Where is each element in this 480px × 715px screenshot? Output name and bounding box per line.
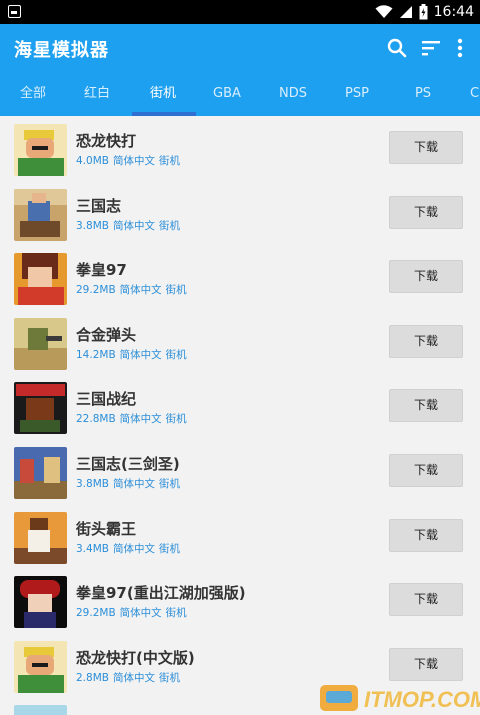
wifi-icon — [375, 5, 393, 18]
game-size: 22.8MB — [76, 413, 116, 426]
game-category: 街机 — [165, 413, 187, 426]
game-language: 简体中文 — [119, 413, 162, 426]
game-meta: 4.0MB 简体中文 街机 — [76, 153, 184, 168]
game-thumbnail — [14, 705, 67, 715]
search-icon[interactable] — [385, 36, 409, 60]
tab-overflow[interactable]: C — [470, 72, 480, 116]
list-item[interactable]: 恐龙快打(中文版) 2.8MB 简体中文 街机 下载 — [0, 633, 480, 698]
game-language: 简体中文 — [119, 284, 162, 297]
game-size: 3.4MB — [76, 542, 109, 555]
tab-fc[interactable]: 红白 — [72, 72, 122, 116]
game-meta: 3.8MB 简体中文 街机 — [76, 218, 184, 233]
game-meta: 3.8MB 简体中文 街机 — [76, 476, 184, 491]
game-meta: 22.8MB 简体中文 街机 — [76, 411, 191, 426]
list-item[interactable]: 街头霸王 3.4MB 简体中文 街机 下载 — [0, 504, 480, 569]
game-category: 街机 — [158, 671, 180, 684]
game-meta: 2.8MB 简体中文 街机 — [76, 670, 184, 685]
game-category: 街机 — [158, 155, 180, 167]
game-size: 4.0MB — [76, 155, 109, 167]
game-list: 恐龙快打 4.0MB 简体中文 街机 下载 三国志 3.8MB 简体中文 街机 下载 — [0, 116, 480, 715]
game-thumbnail — [14, 382, 67, 435]
download-button[interactable]: 下载 — [389, 647, 463, 681]
game-name: 拳皇97(重出江湖加强版) — [76, 584, 246, 603]
game-language: 简体中文 — [112, 477, 155, 490]
game-thumbnail — [14, 188, 67, 241]
list-item[interactable]: 恐龙快打 4.0MB 简体中文 街机 下载 — [0, 116, 480, 181]
game-size: 3.8MB — [76, 477, 109, 490]
download-button[interactable]: 下载 — [389, 195, 463, 229]
game-meta: 29.2MB 简体中文 街机 — [76, 282, 191, 297]
list-item[interactable]: 三国战纪 22.8MB 简体中文 街机 下载 — [0, 374, 480, 439]
game-thumbnail — [14, 511, 67, 564]
gallery-notification-icon — [8, 5, 21, 18]
game-meta: 29.2MB 简体中文 街机 — [76, 605, 191, 620]
game-thumbnail — [14, 640, 67, 693]
list-item[interactable]: 拳皇97(重出江湖加强版) 29.2MB 简体中文 街机 下载 — [0, 568, 480, 633]
list-item[interactable]: 拳皇97 29.2MB 简体中文 街机 下载 — [0, 245, 480, 310]
download-button[interactable]: 下载 — [389, 583, 463, 617]
tab-psp[interactable]: PSP — [332, 72, 382, 116]
cellular-icon — [399, 6, 412, 18]
game-category: 街机 — [158, 542, 180, 555]
app-title: 海星模拟器 — [14, 40, 109, 61]
game-thumbnail — [14, 576, 67, 629]
game-category: 街机 — [165, 607, 187, 620]
game-thumbnail — [14, 124, 67, 176]
tab-ps[interactable]: PS — [398, 72, 448, 116]
game-size: 2.8MB — [76, 671, 109, 684]
tab-nds[interactable]: NDS — [268, 72, 318, 116]
list-item[interactable]: 三国志(三剑圣) 3.8MB 简体中文 街机 下载 — [0, 439, 480, 504]
status-time: 16:44 — [433, 4, 474, 20]
game-language: 简体中文 — [112, 671, 155, 684]
game-thumbnail — [14, 253, 67, 306]
more-vert-icon[interactable] — [448, 36, 472, 60]
game-thumbnail — [14, 317, 67, 370]
game-name: 拳皇97 — [76, 261, 127, 280]
tab-arcade[interactable]: 街机 — [138, 72, 188, 116]
game-language: 简体中文 — [112, 155, 155, 167]
app-bar: 海星模拟器 — [0, 24, 480, 72]
category-tabs: 全部 红白 街机 GBA NDS PSP PS C — [0, 72, 480, 116]
download-button[interactable]: 下载 — [389, 453, 463, 487]
download-button[interactable]: 下载 — [389, 389, 463, 423]
battery-icon — [419, 4, 428, 20]
download-button[interactable]: 下载 — [389, 324, 463, 358]
download-button[interactable]: 下载 — [389, 518, 463, 552]
game-size: 29.2MB — [76, 607, 116, 620]
game-category: 街机 — [158, 477, 180, 490]
game-thumbnail — [14, 446, 67, 499]
game-name: 三国战纪 — [76, 390, 137, 409]
game-name: 恐龙快打(中文版) — [76, 648, 195, 667]
game-size: 14.2MB — [76, 348, 116, 361]
game-language: 简体中文 — [119, 348, 162, 361]
game-language: 简体中文 — [119, 607, 162, 620]
game-size: 3.8MB — [76, 219, 109, 232]
sort-icon[interactable] — [419, 36, 443, 60]
list-item[interactable]: 三国志 3.8MB 简体中文 街机 下载 — [0, 181, 480, 246]
game-language: 简体中文 — [112, 219, 155, 232]
tab-gba[interactable]: GBA — [202, 72, 252, 116]
list-item[interactable]: 合金弹头 14.2MB 简体中文 街机 下载 — [0, 310, 480, 375]
game-category: 街机 — [165, 348, 187, 361]
game-category: 街机 — [158, 219, 180, 232]
game-name: 三国志(三剑圣) — [76, 454, 180, 473]
game-meta: 3.4MB 简体中文 街机 — [76, 541, 184, 556]
game-name: 恐龙快打 — [76, 132, 137, 150]
list-item-partial[interactable] — [0, 697, 480, 715]
game-meta: 14.2MB 简体中文 街机 — [76, 347, 191, 362]
game-name: 三国志 — [76, 196, 122, 215]
download-button[interactable]: 下载 — [389, 131, 463, 164]
game-language: 简体中文 — [112, 542, 155, 555]
status-icons: 16:44 — [375, 2, 474, 22]
game-name: 合金弹头 — [76, 325, 137, 344]
download-button[interactable]: 下载 — [389, 260, 463, 294]
status-bar: 16:44 — [0, 0, 480, 24]
game-category: 街机 — [165, 284, 187, 297]
game-size: 29.2MB — [76, 284, 116, 297]
game-name: 街头霸王 — [76, 519, 137, 538]
tab-all[interactable]: 全部 — [8, 72, 58, 116]
